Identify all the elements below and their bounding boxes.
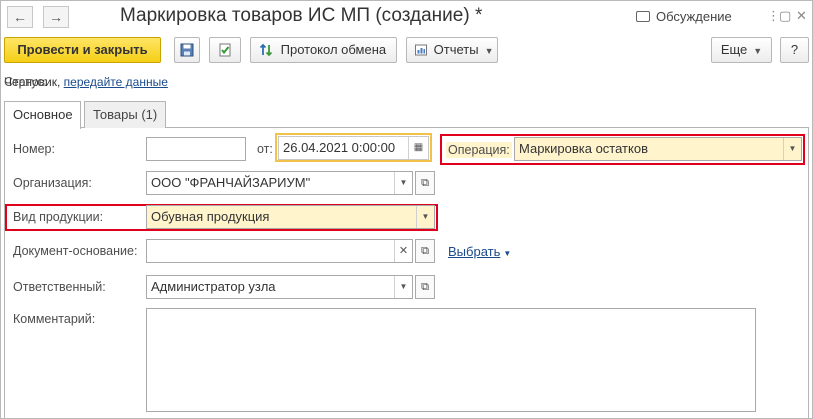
discussion-label: Обсуждение (656, 9, 732, 24)
organization-label: Организация: (13, 176, 92, 190)
open-icon: ⧉ (421, 245, 429, 257)
choose-label: Выбрать (448, 244, 501, 259)
post-document-button[interactable] (209, 37, 241, 63)
open-organization-button[interactable]: ⧉ (415, 171, 435, 195)
number-field[interactable] (146, 137, 246, 161)
report-icon (415, 44, 427, 56)
window-title: Маркировка товаров ИС МП (создание) * (120, 5, 483, 26)
responsible-value: Администратор узла (151, 279, 276, 294)
organization-value: ООО "ФРАНЧАЙЗАРИУМ" (151, 175, 311, 190)
responsible-label: Ответственный: (13, 280, 106, 294)
open-icon: ⧉ (421, 281, 429, 293)
operation-select[interactable]: Маркировка остатков ▼ (514, 137, 802, 161)
post-document-icon (219, 43, 231, 57)
choose-link[interactable]: Выбрать ▼ (448, 244, 511, 259)
back-button[interactable]: ← (7, 6, 33, 28)
close-icon[interactable]: ✕ (796, 9, 807, 23)
status-label: Статус: (4, 75, 47, 89)
product-kind-select[interactable]: Обувная продукция ▼ (146, 205, 435, 229)
product-kind-value: Обувная продукция (151, 209, 270, 224)
chevron-down-icon[interactable]: ▼ (416, 206, 434, 228)
tab-main[interactable]: Основное (4, 101, 81, 129)
arrow-left-icon: ← (13, 9, 27, 25)
tab-goods[interactable]: Товары (1) (84, 101, 166, 128)
open-responsible-button[interactable]: ⧉ (415, 275, 435, 299)
maximize-icon[interactable]: ▢ (779, 9, 791, 23)
chevron-down-icon[interactable]: ▼ (394, 276, 412, 298)
organization-field[interactable]: ООО "ФРАНЧАЙЗАРИУМ" ▼ (146, 171, 413, 195)
base-document-label: Документ-основание: (13, 244, 138, 258)
base-document-field[interactable]: ✕ (146, 239, 413, 263)
reports-button[interactable]: Отчеты ▼ (406, 37, 498, 63)
open-base-document-button[interactable]: ⧉ (415, 239, 435, 263)
product-kind-label: Вид продукции: (13, 210, 104, 224)
chat-icon (636, 11, 650, 22)
date-from-label: от: (257, 142, 273, 156)
floppy-disk-icon (180, 43, 194, 57)
save-button[interactable] (174, 37, 200, 63)
responsible-field[interactable]: Администратор узла ▼ (146, 275, 413, 299)
comment-label: Комментарий: (13, 312, 96, 326)
reports-label: Отчеты (433, 42, 479, 57)
number-label: Номер: (13, 142, 55, 156)
dropdown-caret-icon: ▼ (484, 46, 494, 56)
help-button[interactable]: ? (780, 37, 809, 63)
chevron-down-icon[interactable]: ▼ (783, 138, 801, 160)
transfer-data-link[interactable]: передайте данные (64, 75, 168, 89)
operation-value: Маркировка остатков (519, 141, 648, 156)
exchange-log-button[interactable]: Протокол обмена (250, 37, 397, 63)
date-field[interactable]: 26.04.2021 0:00:00 ▦ (278, 136, 429, 160)
dropdown-caret-icon: ▼ (753, 46, 763, 56)
exchange-log-label: Протокол обмена (280, 42, 387, 57)
operation-label: Операция: (446, 142, 512, 158)
dropdown-caret-icon: ▼ (503, 249, 512, 258)
discussion-button[interactable]: Обсуждение (636, 9, 732, 24)
more-button[interactable]: Еще ▼ (711, 37, 772, 63)
forward-button[interactable]: → (43, 6, 69, 28)
open-icon: ⧉ (421, 177, 429, 189)
clear-icon[interactable]: ✕ (394, 240, 412, 262)
calendar-icon[interactable]: ▦ (408, 137, 428, 159)
post-and-close-button[interactable]: Провести и закрыть (4, 37, 161, 63)
chevron-down-icon[interactable]: ▼ (394, 172, 412, 194)
more-label: Еще (720, 42, 748, 57)
status-line: Статус: Черновик, передайте данные (4, 75, 168, 89)
date-value: 26.04.2021 0:00:00 (283, 140, 396, 155)
comment-textarea[interactable] (146, 308, 756, 412)
arrow-right-icon: → (49, 9, 63, 25)
exchange-arrows-icon (259, 43, 273, 57)
